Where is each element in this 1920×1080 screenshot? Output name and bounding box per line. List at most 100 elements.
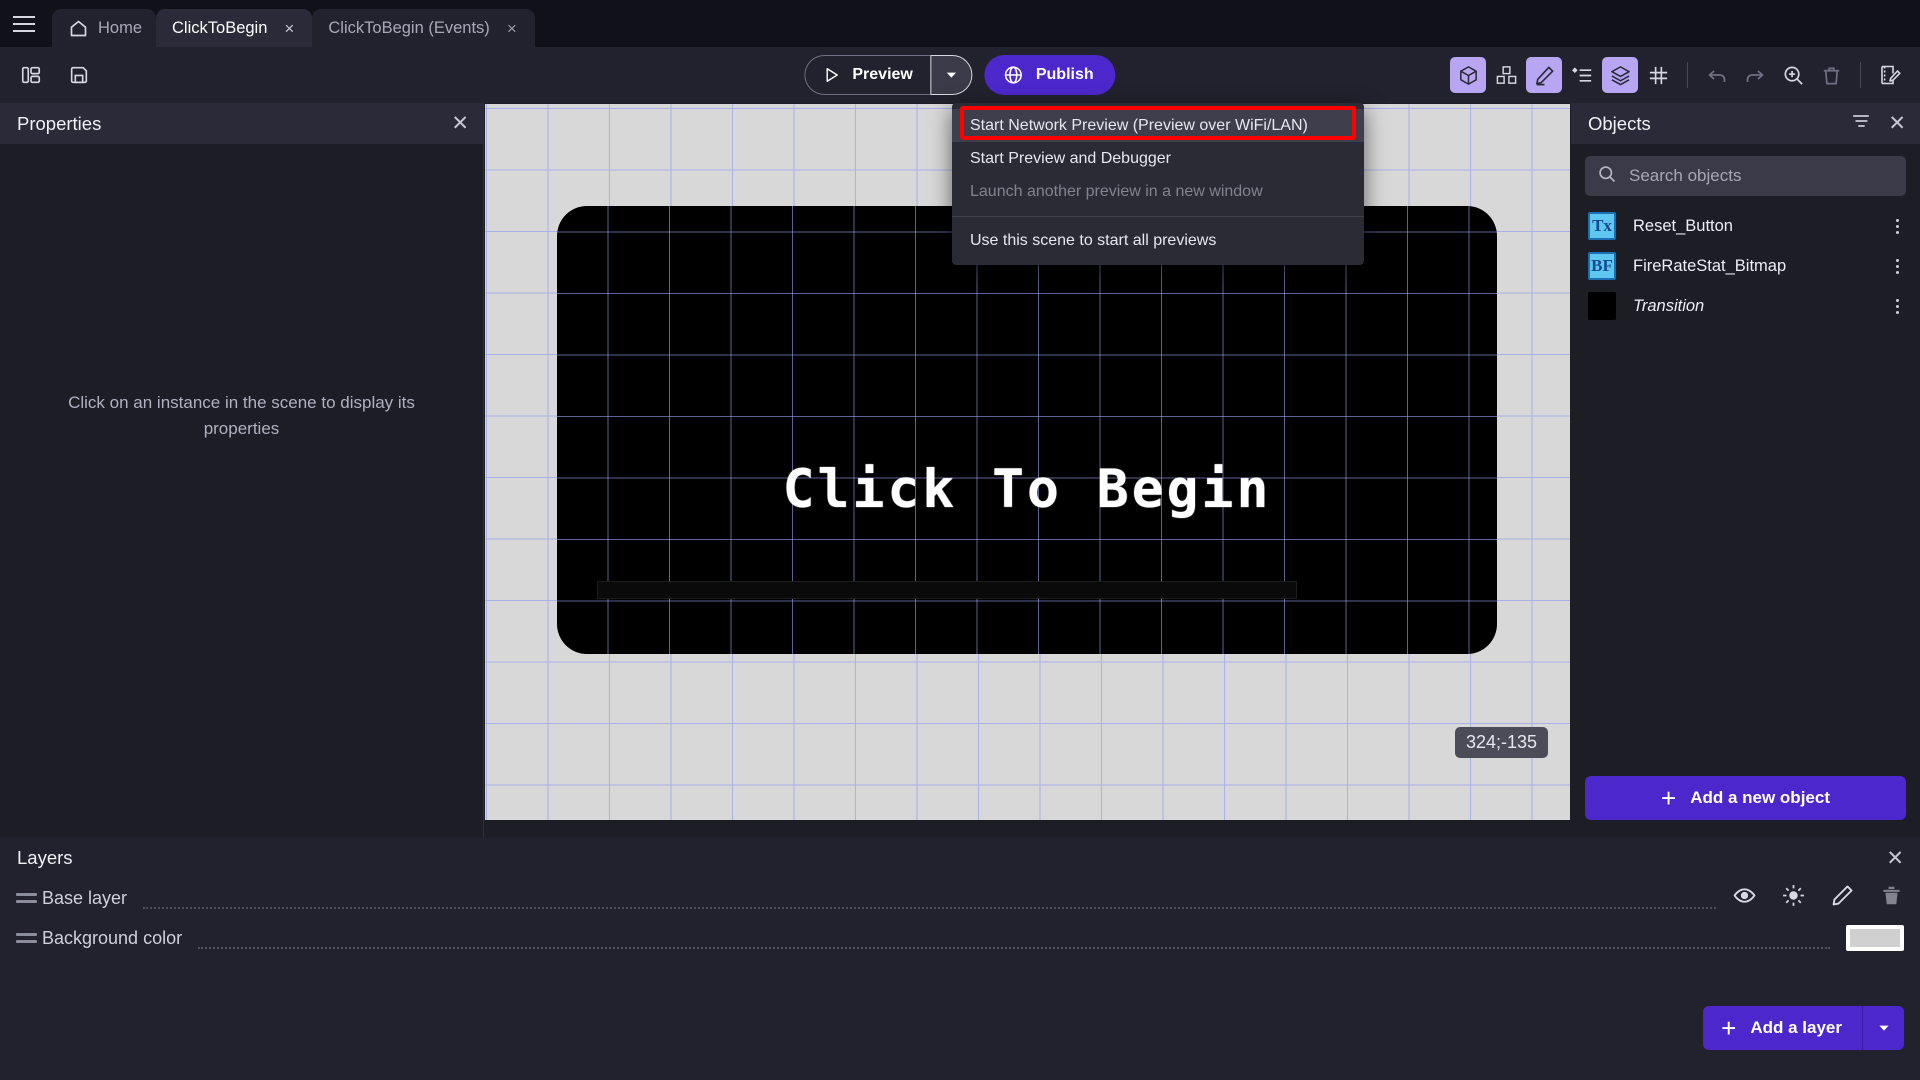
- menu-item-start-network-preview[interactable]: Start Network Preview (Preview over WiFi…: [952, 109, 1364, 142]
- preview-button-group: Preview: [804, 55, 973, 95]
- canvas-horizontal-scrollbar[interactable]: [485, 820, 1570, 838]
- plus-icon: +: [1661, 783, 1677, 813]
- layer-name: Background color: [42, 927, 183, 948]
- main-menu-button[interactable]: [0, 0, 48, 47]
- object-name: FireRateStat_Bitmap: [1633, 256, 1787, 275]
- search-icon: [1597, 164, 1617, 189]
- globe-icon: [1005, 66, 1023, 84]
- edit-scene-icon[interactable]: [1872, 57, 1908, 93]
- layer-name: Base layer: [42, 887, 128, 908]
- layers-icon[interactable]: [1602, 57, 1638, 93]
- tab-clicktobegin-label: ClickToBegin: [172, 18, 268, 37]
- tab-home[interactable]: Home: [52, 9, 157, 47]
- close-icon[interactable]: ✕: [1886, 848, 1904, 869]
- close-icon[interactable]: ✕: [451, 113, 469, 134]
- add-layer-dropdown-button[interactable]: [1862, 1006, 1904, 1050]
- menu-item-start-preview-and-debugger[interactable]: Start Preview and Debugger: [952, 142, 1364, 175]
- objects-panel: Objects ✕ Tx Reset_Button: [1571, 103, 1920, 838]
- layers-panel: Layers ✕ Base layer Background color + A…: [0, 838, 1920, 1080]
- more-vertical-icon[interactable]: [1886, 258, 1908, 274]
- tab-clicktobegin-events-label: ClickToBegin (Events): [328, 18, 490, 37]
- transition-instance[interactable]: [597, 581, 1297, 599]
- properties-panel: Properties ✕ Click on an instance in the…: [0, 103, 484, 838]
- instances-list-icon[interactable]: [1564, 57, 1600, 93]
- toolbar-divider: [1860, 62, 1861, 88]
- object-item-transition[interactable]: Transition: [1571, 286, 1920, 326]
- save-icon[interactable]: [62, 58, 96, 92]
- layer-actions-base: [1732, 883, 1904, 913]
- preview-button-label: Preview: [852, 66, 913, 83]
- properties-empty-message: Click on an instance in the scene to dis…: [68, 392, 415, 438]
- object-3d-icon[interactable]: [1450, 57, 1486, 93]
- drag-handle-icon[interactable]: [10, 893, 42, 903]
- trash-icon[interactable]: [1879, 883, 1904, 913]
- plus-icon: +: [1721, 1013, 1737, 1043]
- toolbar-right-group: [1450, 57, 1908, 93]
- trash-icon[interactable]: [1813, 57, 1849, 93]
- layer-dotted-divider: [198, 947, 1830, 949]
- search-input[interactable]: [1629, 166, 1894, 186]
- color-swatch: [1850, 929, 1900, 947]
- toolbar-left-group: [0, 58, 96, 92]
- properties-panel-header: Properties ✕: [0, 103, 483, 144]
- search-objects-field[interactable]: [1585, 156, 1906, 196]
- add-layer-label: Add a layer: [1750, 1018, 1842, 1037]
- add-layer-button[interactable]: + Add a layer: [1703, 1006, 1862, 1050]
- layer-row-background-color[interactable]: Background color: [0, 918, 1920, 958]
- layer-row-base-layer[interactable]: Base layer: [0, 878, 1920, 918]
- panel-layout-icon[interactable]: [14, 58, 48, 92]
- home-icon: [68, 18, 89, 39]
- tab-home-label: Home: [98, 18, 143, 37]
- chevron-down-icon: [1878, 1025, 1889, 1031]
- tab-close-icon[interactable]: ×: [280, 20, 298, 37]
- preview-dropdown-menu: Start Network Preview (Preview over WiFi…: [952, 103, 1364, 265]
- background-color-swatch[interactable]: [1846, 925, 1904, 951]
- close-icon[interactable]: ✕: [1888, 113, 1906, 134]
- publish-button[interactable]: Publish: [984, 55, 1116, 95]
- zoom-in-icon[interactable]: [1775, 57, 1811, 93]
- object-item-firerate-stat-bitmap[interactable]: BF FireRateStat_Bitmap: [1571, 246, 1920, 286]
- add-layer-button-group: + Add a layer: [1703, 1006, 1904, 1050]
- gdevelop-scene-editor: Home ClickToBegin × ClickToBegin (Events…: [0, 0, 1920, 1080]
- eye-icon[interactable]: [1732, 883, 1757, 913]
- tab-clicktobegin[interactable]: ClickToBegin ×: [156, 9, 313, 47]
- preview-dropdown-button[interactable]: [930, 55, 973, 95]
- object-name: Transition: [1633, 296, 1705, 315]
- filter-icon[interactable]: [1850, 110, 1872, 137]
- more-vertical-icon[interactable]: [1886, 298, 1908, 314]
- edit-pencil-icon[interactable]: [1830, 883, 1855, 913]
- chevron-down-icon: [947, 72, 957, 78]
- cursor-coordinates-badge: 324;-135: [1454, 727, 1548, 758]
- edit-pencil-icon[interactable]: [1526, 57, 1562, 93]
- layers-panel-title: Layers: [17, 847, 73, 868]
- game-viewport[interactable]: Click To Begin: [557, 206, 1497, 654]
- redo-icon[interactable]: [1737, 57, 1773, 93]
- tab-close-icon[interactable]: ×: [503, 20, 521, 37]
- tab-clicktobegin-events[interactable]: ClickToBegin (Events) ×: [312, 9, 535, 47]
- menu-item-use-scene-for-all-previews[interactable]: Use this scene to start all previews: [952, 224, 1364, 257]
- black-sprite-icon: [1588, 292, 1616, 320]
- toolbar-divider: [1687, 62, 1688, 88]
- object-item-reset-button[interactable]: Tx Reset_Button: [1571, 206, 1920, 246]
- layers-panel-header: Layers ✕: [0, 838, 1920, 878]
- add-new-object-button[interactable]: + Add a new object: [1585, 776, 1906, 820]
- properties-panel-title: Properties: [17, 112, 102, 134]
- undo-icon[interactable]: [1699, 57, 1735, 93]
- objects-panel-title: Objects: [1588, 112, 1651, 134]
- drag-handle-icon[interactable]: [10, 933, 42, 943]
- scene-title-instance[interactable]: Click To Begin: [783, 459, 1272, 520]
- objects-group-icon[interactable]: [1488, 57, 1524, 93]
- add-new-object-label: Add a new object: [1690, 788, 1830, 807]
- objects-list: Tx Reset_Button BF FireRateStat_Bitmap T…: [1571, 204, 1920, 776]
- grid-icon[interactable]: [1640, 57, 1676, 93]
- object-name: Reset_Button: [1633, 216, 1733, 235]
- main-toolbar: Preview Publish: [0, 47, 1920, 103]
- preview-button[interactable]: Preview: [804, 55, 931, 95]
- lighting-icon[interactable]: [1781, 883, 1806, 913]
- layer-dotted-divider: [143, 907, 1716, 909]
- tab-bar: Home ClickToBegin × ClickToBegin (Events…: [0, 0, 1920, 47]
- text-object-icon: Tx: [1588, 212, 1616, 240]
- bitmap-text-object-icon: BF: [1588, 252, 1616, 280]
- objects-search-wrapper: [1571, 144, 1920, 204]
- more-vertical-icon[interactable]: [1886, 218, 1908, 234]
